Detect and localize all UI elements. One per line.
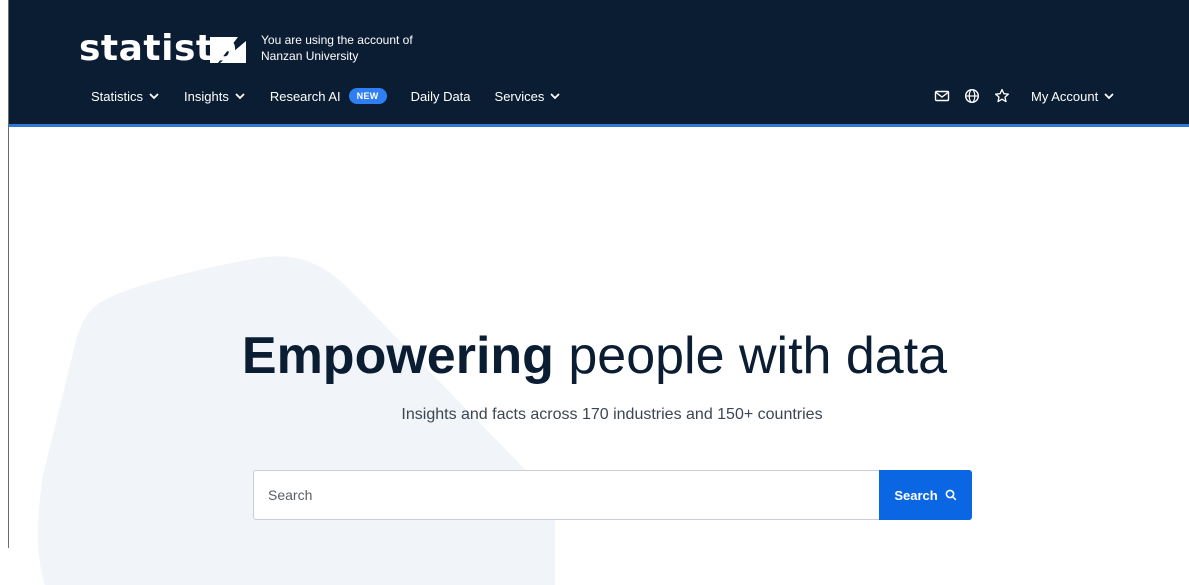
chevron-down-icon [235,93,245,100]
search-icon [945,489,957,501]
account-notice-line: You are using the account of [261,33,413,47]
nav-services[interactable]: Services [495,89,562,104]
hero-subtitle: Insights and facts across 170 industries… [401,406,823,423]
hero-title: Empowering people with data [0,322,1189,390]
search-bar: Search [253,470,972,520]
my-account-menu[interactable]: My Account [1031,89,1115,104]
nav-insights-label: Insights [184,88,229,104]
nav-daily-data-label: Daily Data [410,88,471,104]
new-badge: NEW [348,88,387,104]
search-button[interactable]: Search [879,470,972,520]
statista-logo-mark-icon [210,37,246,63]
nav-statistics[interactable]: Statistics [91,89,160,104]
mail-icon[interactable] [934,88,950,104]
main-nav: Statistics Insights Research AI NEW Dail… [91,86,585,106]
nav-insights[interactable]: Insights [184,89,246,104]
nav-research-ai-label: Research AI [269,88,341,104]
hero-title-bold: Empowering [241,327,554,385]
nav-research-ai[interactable]: Research AI NEW [270,88,387,104]
chevron-down-icon [550,93,561,100]
hero-title-rest: people with data [553,327,948,385]
header-utility-icons: My Account [934,86,1115,106]
header-accent-line [9,124,1189,127]
globe-icon[interactable] [964,88,980,104]
search-button-label: Search [894,487,938,503]
star-icon[interactable] [994,88,1010,104]
search-input[interactable] [253,470,879,520]
account-institution-name: Nanzan University [261,49,359,63]
nav-services-label: Services [494,88,545,104]
nav-statistics-label: Statistics [91,88,144,104]
chevron-down-icon [149,93,159,100]
my-account-label: My Account [1031,88,1099,104]
nav-daily-data[interactable]: Daily Data [411,89,471,104]
account-notice: You are using the account of Nanzan Univ… [261,32,413,64]
chevron-down-icon [1104,93,1114,100]
